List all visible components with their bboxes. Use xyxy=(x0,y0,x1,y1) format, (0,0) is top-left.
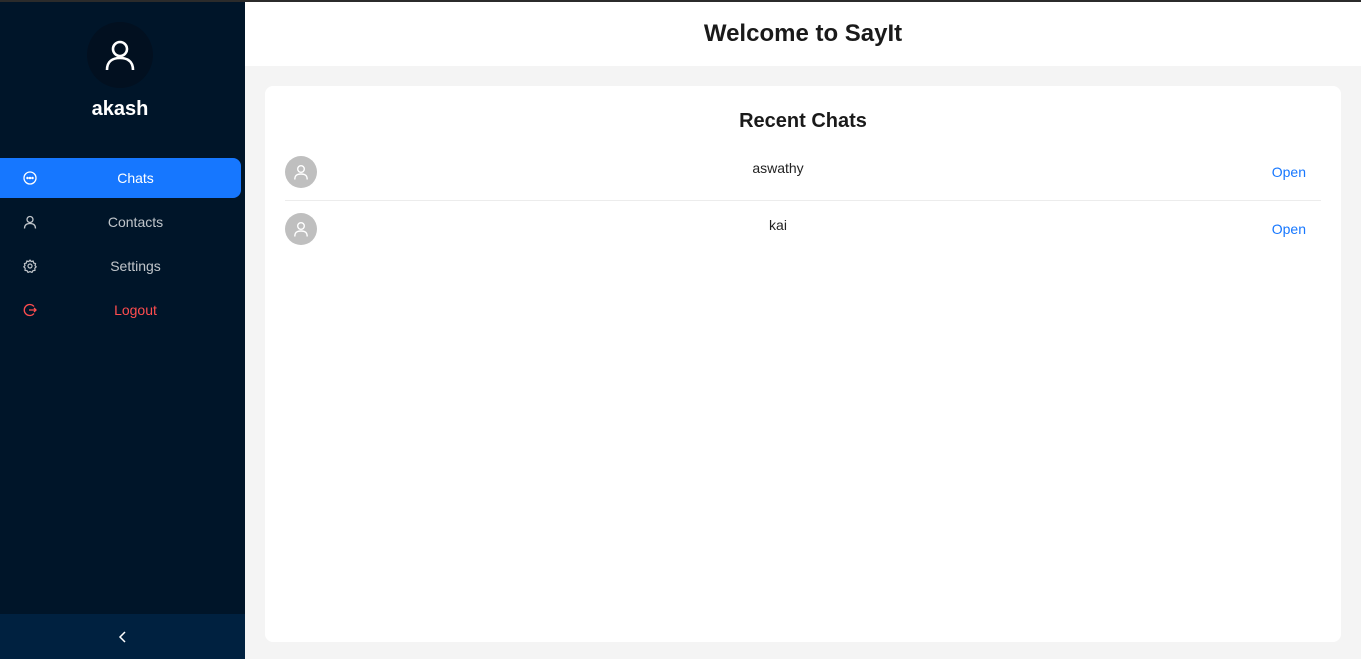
page-title: Welcome to SayIt xyxy=(703,20,903,47)
list-item: kai Open xyxy=(285,201,1321,258)
sidebar-item-label: Logout xyxy=(114,302,157,318)
avatar xyxy=(285,156,317,188)
avatar xyxy=(285,213,317,245)
sidebar-item-label: Contacts xyxy=(107,214,164,230)
sidebar-item-settings[interactable]: Settings xyxy=(0,246,241,286)
sidebar-item-contacts[interactable]: Contacts xyxy=(0,202,241,242)
user-icon xyxy=(294,165,308,180)
open-chat-link[interactable]: Open xyxy=(1272,164,1306,180)
sidebar: akash Chats Contacts Settings Logout xyxy=(0,2,245,659)
user-icon xyxy=(294,222,308,237)
recent-chats-card: Recent Chats aswathy Open kai Open xyxy=(265,86,1341,642)
sidebar-collapse-button[interactable] xyxy=(0,614,245,659)
open-chat-link[interactable]: Open xyxy=(1272,221,1306,237)
sidebar-item-label: Chats xyxy=(117,170,154,186)
chat-name: aswathy xyxy=(752,160,804,176)
chat-name: kai xyxy=(769,217,787,233)
sidebar-menu: Chats Contacts Settings Logout xyxy=(0,158,245,334)
user-avatar xyxy=(87,22,153,88)
page-header: Welcome to SayIt xyxy=(245,2,1361,66)
list-item: aswathy Open xyxy=(285,144,1321,201)
card-title: Recent Chats xyxy=(739,110,867,132)
chat-list: aswathy Open kai Open xyxy=(285,144,1321,258)
user-icon xyxy=(105,40,135,71)
sidebar-item-logout[interactable]: Logout xyxy=(0,290,241,330)
sidebar-item-chats[interactable]: Chats xyxy=(0,158,241,198)
sidebar-item-label: Settings xyxy=(110,258,161,274)
app: akash Chats Contacts Settings Logout Wel… xyxy=(0,0,1361,659)
username: akash xyxy=(91,98,149,120)
chevron-left-icon xyxy=(118,630,126,643)
